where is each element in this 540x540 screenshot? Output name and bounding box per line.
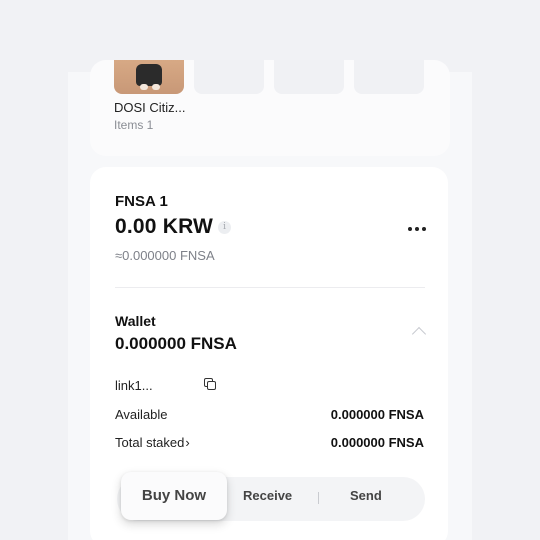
separator [318,492,319,504]
total-staked-link[interactable]: Total staked› [115,435,190,450]
available-value: 0.000000 FNSA [330,407,424,422]
total-staked-value: 0.000000 FNSA [330,435,424,450]
divider [115,287,425,288]
nft-collection-card: DOSI Citiz... Items 1 [90,60,450,156]
token-amount-approx: ≈0.000000 FNSA [115,248,215,263]
available-label: Available [115,407,168,422]
wallet-address: link1... [115,378,153,393]
token-name: FNSA 1 [115,193,168,210]
receive-button[interactable]: Receive [243,488,292,503]
balance-row: 0.00 KRW i [115,215,232,239]
info-icon[interactable]: i [218,220,232,234]
nft-placeholder [274,60,344,94]
wallet-label: Wallet [115,313,156,329]
nft-placeholder [194,60,264,94]
send-button[interactable]: Send [350,488,382,503]
nft-item-count: Items 1 [114,118,154,132]
more-options-icon[interactable] [408,227,426,233]
wallet-balance: 0.000000 FNSA [115,334,237,353]
nft-thumbnail[interactable] [114,60,184,94]
nft-placeholder [354,60,424,94]
chevron-right-icon: › [185,435,190,450]
total-staked-label: Total staked [115,435,185,450]
nft-name: DOSI Citiz... [114,100,186,115]
fiat-balance: 0.00 KRW [115,215,214,238]
buy-now-button[interactable]: Buy Now [121,472,227,520]
chevron-up-icon[interactable] [411,326,427,342]
copy-icon[interactable] [204,378,216,390]
